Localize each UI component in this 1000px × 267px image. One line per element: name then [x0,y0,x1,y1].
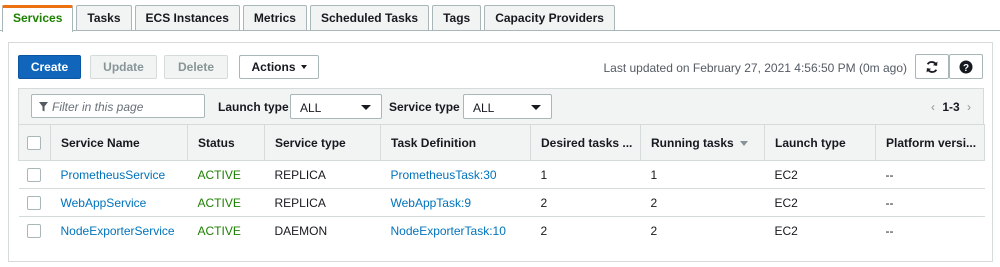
launch-type-select[interactable]: ALL [290,94,382,119]
chevron-left-icon[interactable]: ‹ [931,100,935,114]
launch-type-cell: EC2 [764,188,876,217]
desired-tasks-cell: 2 [530,188,641,217]
tab-tags[interactable]: Tags [432,5,482,31]
launch-type-cell: EC2 [774,223,798,238]
status-cell: ACTIVE [197,223,241,238]
search-placeholder: Filter in this page [52,100,144,114]
tab-divider [0,30,1000,31]
search-input[interactable]: Filter in this page [31,94,205,118]
service-type-value: ALL [473,101,495,115]
services-panel: Create Update Delete Actions Last update… [8,42,993,262]
status-cell: ACTIVE [187,188,265,217]
tab-scheduled-tasks[interactable]: Scheduled Tasks [309,5,430,31]
select-all-checkbox[interactable] [27,135,41,150]
column-header[interactable]: Service type [264,124,381,161]
delete-button[interactable]: Delete [164,55,228,79]
tab-bar: Services Tasks ECS Instances Metrics Sch… [2,5,618,32]
platform-version-cell: -- [875,160,985,189]
row-checkbox[interactable] [26,195,41,210]
actions-label: Actions [251,60,296,74]
platform-version-cell: -- [875,188,985,217]
filter-bar: Filter in this page Launch type ALL Serv… [18,88,984,124]
column-header-label: Running tasks [651,135,734,150]
tab-metrics[interactable]: Metrics [242,5,307,31]
table-row: PrometheusService ACTIVE REPLICA Prometh… [18,160,985,189]
table-row: WebAppService ACTIVE REPLICA WebAppTask:… [18,188,985,217]
running-tasks-cell: 2 [640,188,765,217]
service-name-link[interactable]: NodeExporterService [51,217,188,245]
last-updated-text: Last updated on February 27, 2021 4:56:5… [603,61,907,75]
task-definition-link[interactable]: PrometheusTask:30 [380,160,531,189]
update-button[interactable]: Update [90,55,157,79]
service-type-cell: DAEMON [274,223,328,238]
service-type-cell: REPLICA [264,160,381,189]
desired-tasks-cell: 1 [530,160,641,189]
service-name-link[interactable]: WebAppService [50,188,188,217]
column-header[interactable]: Status [187,124,265,161]
tab-ecs-instances[interactable]: ECS Instances [134,5,240,31]
row-select-cell [18,188,51,217]
page-range: 1-3 [942,100,960,114]
chevron-down-icon [361,105,371,110]
service-name-link[interactable]: PrometheusService [50,160,188,189]
column-header[interactable]: Service Name [50,124,188,161]
help-button[interactable]: ? [949,54,983,79]
task-definition-link[interactable]: NodeExporterTask:10 [381,217,531,245]
pagination: ‹ 1-3 › [931,100,971,114]
refresh-button[interactable] [915,54,949,79]
select-all-header [18,124,51,161]
service-type-cell: REPLICA [264,188,381,217]
task-definition-link[interactable]: WebAppTask:9 [380,188,531,217]
tab-capacity-providers[interactable]: Capacity Providers [484,5,615,31]
service-type-select[interactable]: ALL [463,94,552,119]
table-row: NodeExporterService ACTIVE DAEMON NodeEx… [19,217,985,245]
status-cell: ACTIVE [187,160,265,189]
launch-type-cell: EC2 [764,160,876,189]
svg-text:?: ? [963,62,969,73]
tab-tasks[interactable]: Tasks [76,5,132,31]
column-header-running-tasks[interactable]: Running tasks [640,124,765,161]
launch-type-label: Launch type [218,100,289,114]
sort-desc-icon [739,140,748,146]
row-select-cell [19,217,51,245]
tab-services[interactable]: Services [2,5,74,32]
chevron-down-icon [531,105,541,110]
table-header-row: Service Name Status Service type Task De… [18,124,985,161]
actions-dropdown[interactable]: Actions [239,55,319,79]
service-type-label: Service type [389,100,460,114]
refresh-icon [926,60,938,73]
create-button[interactable]: Create [18,55,81,79]
help-icon: ? [959,60,973,73]
column-header[interactable]: Launch type [764,124,876,161]
desired-tasks-cell: 2 [540,223,548,238]
running-tasks-cell: 1 [640,160,765,189]
chevron-down-icon [300,64,307,69]
services-table: Service Name Status Service type Task De… [18,124,985,245]
column-header[interactable]: Desired tasks ... [530,124,641,161]
column-header[interactable]: Task Definition [380,124,531,161]
platform-version-cell: -- [885,223,894,238]
row-select-cell [18,160,51,189]
chevron-right-icon[interactable]: › [967,100,971,114]
launch-type-value: ALL [300,101,322,115]
column-header[interactable]: Platform versi... [875,124,985,161]
row-checkbox[interactable] [26,224,41,239]
running-tasks-cell: 2 [650,223,658,238]
filter-icon [39,102,48,112]
row-checkbox[interactable] [26,167,41,182]
